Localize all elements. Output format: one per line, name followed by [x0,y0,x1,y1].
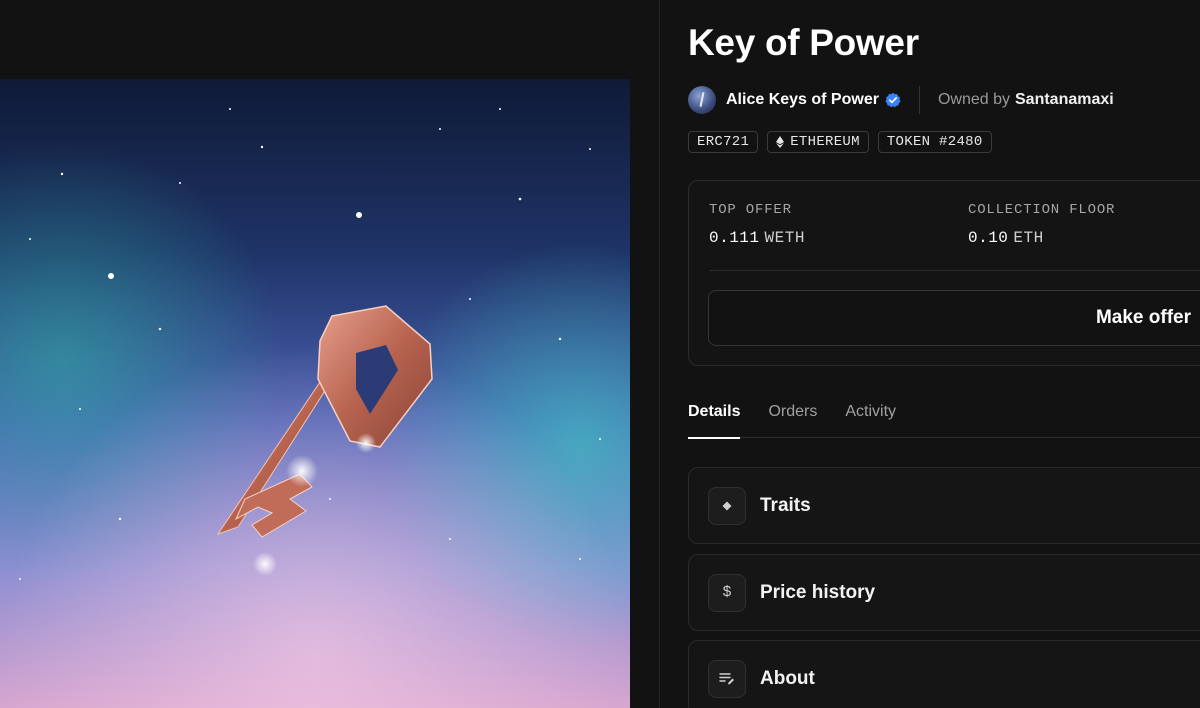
offer-card-divider [709,270,1200,271]
item-details-panel: Key of Power Alice Keys of Power Owned b… [661,0,1200,708]
meta-divider [918,86,920,114]
token-tags: ERC721 ETHEREUM TOKEN #2480 [688,131,992,153]
media-panel [0,0,660,708]
detail-tabs: Details Orders Activity [688,400,1200,439]
token-id-tag-label: TOKEN #2480 [886,134,983,150]
chain-tag: ETHEREUM [767,131,869,153]
nft-artwork[interactable] [0,79,630,708]
top-offer-unit: WETH [764,229,805,247]
collection-floor-amount: 0.10 [968,229,1009,247]
price-history-section[interactable]: $ Price history [688,554,1200,631]
tab-orders[interactable]: Orders [768,400,817,438]
owner-name-link[interactable]: Santanamaxi [1015,91,1114,109]
about-section[interactable]: About [688,640,1200,708]
verified-badge-icon [885,92,901,108]
tab-details[interactable]: Details [688,400,741,439]
offer-card: TOP OFFER 0.111 WETH COLLECTION FLOOR 0.1… [688,180,1200,366]
collection-floor-unit: ETH [1013,229,1044,247]
standard-tag-label: ERC721 [697,134,750,150]
collection-floor-value: 0.10 ETH [968,229,1115,247]
owned-by-label: Owned by [937,91,1010,108]
dollar-icon: $ [708,573,746,612]
tab-activity[interactable]: Activity [845,400,896,438]
about-section-label: About [760,667,815,689]
collection-floor-stat: COLLECTION FLOOR 0.10 ETH [968,202,1115,247]
token-id-tag: TOKEN #2480 [877,131,992,153]
item-title: Key of Power [688,22,919,63]
traits-section[interactable]: Traits [688,467,1200,544]
ethereum-icon [776,136,785,148]
top-offer-label: TOP OFFER [709,202,792,218]
chain-tag-label: ETHEREUM [790,134,860,150]
notes-edit-icon [708,659,746,698]
traits-section-label: Traits [760,494,811,516]
top-offer-stat: TOP OFFER 0.111 WETH [709,202,805,247]
make-offer-button[interactable]: Make offer [708,290,1200,346]
collection-avatar[interactable] [688,86,716,114]
price-history-section-label: Price history [760,581,876,603]
top-offer-amount: 0.111 [709,229,760,247]
standard-tag: ERC721 [688,131,759,153]
diamond-icon [708,486,746,525]
top-offer-value: 0.111 WETH [709,229,805,247]
key-artwork-image [0,79,630,708]
collection-floor-label: COLLECTION FLOOR [968,202,1116,218]
item-meta-row: Alice Keys of Power Owned by Santanamaxi [688,85,1114,115]
collection-name-link[interactable]: Alice Keys of Power [726,91,879,109]
